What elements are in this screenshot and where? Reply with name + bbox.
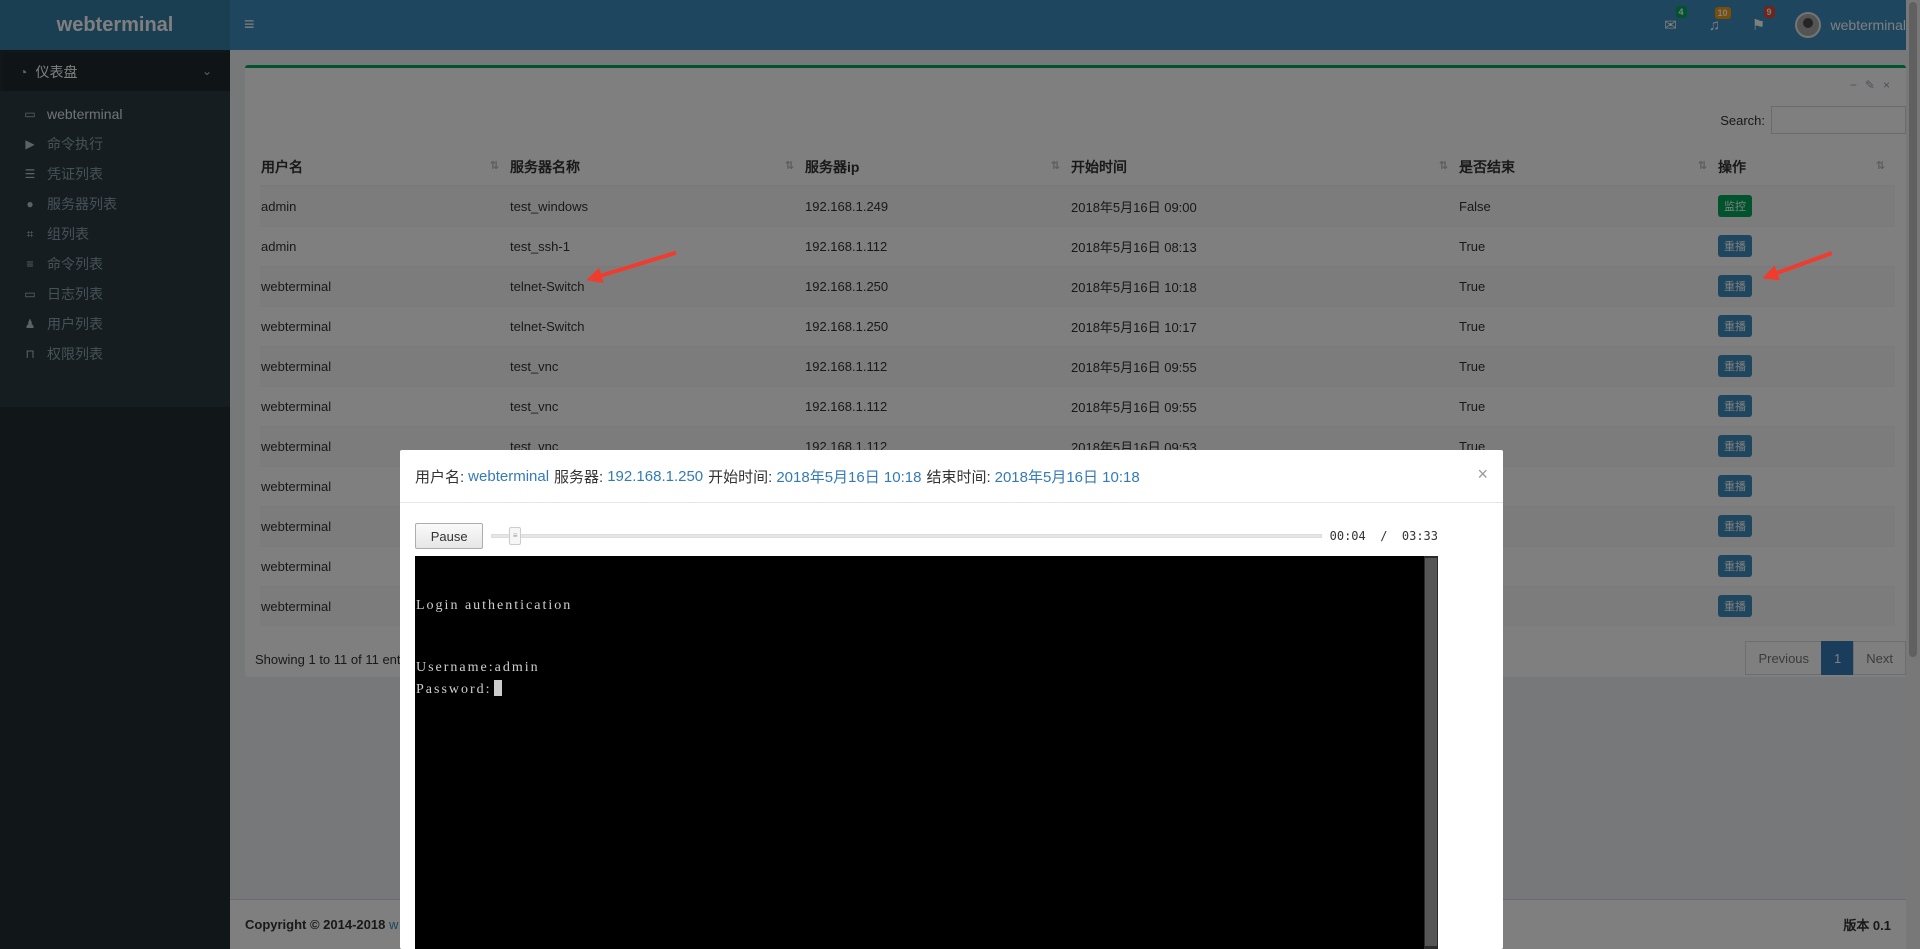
pause-button[interactable]: Pause bbox=[415, 523, 484, 549]
terminal-scroll-thumb[interactable] bbox=[1425, 558, 1437, 946]
modal-end-value: 2018年5月16日 10:18 bbox=[994, 468, 1140, 486]
replay-player: Pause ≡ 00:04 / 03:33 Login authenticati… bbox=[415, 522, 1438, 949]
terminal-line: Username:admin bbox=[416, 660, 540, 675]
modal-server-value: 192.168.1.250 bbox=[607, 467, 704, 485]
modal-end-label: 结束时间: bbox=[926, 468, 991, 486]
terminal-prompt: Password: bbox=[416, 682, 492, 697]
slider-handle[interactable]: ≡ bbox=[509, 527, 522, 545]
player-controls: Pause ≡ 00:04 / 03:33 bbox=[415, 522, 1438, 550]
terminal-line: Login authentication bbox=[416, 598, 573, 613]
modal-start-value: 2018年5月16日 10:18 bbox=[776, 468, 922, 486]
terminal-cursor bbox=[493, 680, 502, 696]
modal-user-value: webterminal bbox=[468, 467, 550, 485]
modal-start-label: 开始时间: bbox=[708, 468, 773, 486]
terminal-line: Password: bbox=[416, 680, 502, 698]
progress-slider[interactable]: ≡ bbox=[491, 527, 1322, 545]
playback-time: 00:04 / 03:33 bbox=[1329, 529, 1438, 543]
modal-header: 用户名: webterminal 服务器: 192.168.1.250 开始时间… bbox=[400, 450, 1503, 503]
terminal-scrollbar[interactable] bbox=[1424, 556, 1438, 949]
modal-close-button[interactable]: × bbox=[1477, 464, 1488, 485]
terminal-screen[interactable]: Login authentication Username:admin Pass… bbox=[415, 556, 1438, 949]
modal-server-label: 服务器: bbox=[554, 468, 604, 486]
replay-modal: 用户名: webterminal 服务器: 192.168.1.250 开始时间… bbox=[400, 450, 1503, 949]
modal-user-label: 用户名: bbox=[415, 468, 465, 486]
